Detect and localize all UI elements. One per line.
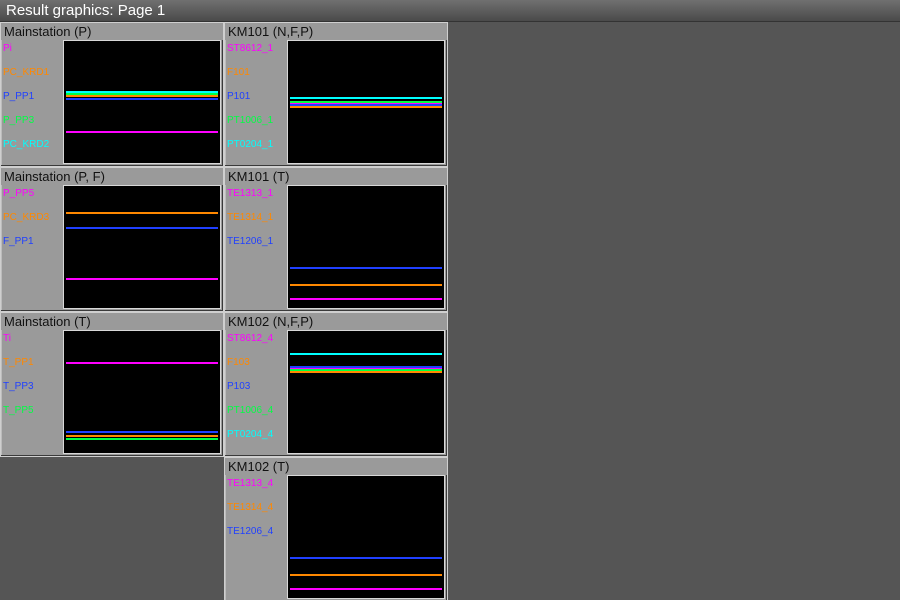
plot-area[interactable] [287, 475, 445, 599]
legend-item: P103 [227, 382, 285, 392]
window-titlebar: Result graphics: Page 1 [0, 0, 900, 22]
legend-item: TE1206_4 [227, 527, 285, 537]
legend: Ti T_PP1 T_PP3 T_PP5 [3, 330, 61, 454]
panel-title: KM102 (N,F,P) [225, 313, 447, 330]
legend-item: PT0204_4 [227, 430, 285, 440]
panel-body: ST8612_1 F101 P101 PT1006_1 PT0204_1 [225, 40, 447, 166]
legend-item: PC_KRD2 [3, 140, 61, 150]
p-km101-t[interactable]: KM101 (T) TE1313_1 TE1314_1 TE1206_1 [224, 167, 448, 312]
workspace: Mainstation (P) Pi PC_KRD1 P_PP1 P_PP3 PC_KRD… [0, 22, 900, 600]
legend-item: TE1314_1 [227, 213, 285, 223]
p-km101-nfp[interactable]: KM101 (N,F,P) ST8612_1 F101 P101 PT1006_1 PT0… [224, 22, 448, 167]
plot-area[interactable] [287, 330, 445, 454]
p-km102-t[interactable]: KM102 (T) TE1313_4 TE1314_4 TE1206_4 [224, 457, 448, 600]
trace-line [66, 278, 218, 280]
legend: TE1313_1 TE1314_1 TE1206_1 [227, 185, 285, 309]
trace-line [66, 98, 218, 100]
legend-item: T_PP1 [3, 358, 61, 368]
trace-line [290, 267, 442, 269]
trace-line [66, 362, 218, 364]
trace-line [290, 557, 442, 559]
legend-item: TE1206_1 [227, 237, 285, 247]
legend-item: T_PP5 [3, 406, 61, 416]
panel-body: TE1313_1 TE1314_1 TE1206_1 [225, 185, 447, 311]
plot-area[interactable] [63, 330, 221, 454]
p-mainstation-t[interactable]: Mainstation (T) Ti T_PP1 T_PP3 T_PP5 [0, 312, 224, 457]
window-title: Result graphics: Page 1 [6, 2, 165, 19]
trace-line [66, 438, 218, 440]
trace-line [66, 435, 218, 437]
legend-item: PT0204_1 [227, 140, 285, 150]
trace-line [290, 369, 442, 371]
panel-title: KM102 (T) [225, 458, 447, 475]
trace-line [290, 298, 442, 300]
legend: TE1313_4 TE1314_4 TE1206_4 [227, 475, 285, 599]
legend-item: Ti [3, 334, 61, 344]
legend: ST8612_1 F101 P101 PT1006_1 PT0204_1 [227, 40, 285, 164]
trace-line [290, 353, 442, 355]
panel-body: Ti T_PP1 T_PP3 T_PP5 [1, 330, 223, 456]
plot-area[interactable] [287, 185, 445, 309]
p-mainstation-p[interactable]: Mainstation (P) Pi PC_KRD1 P_PP1 P_PP3 PC_KRD… [0, 22, 224, 167]
legend-item: PC_KRD3 [3, 213, 61, 223]
trace-line [290, 97, 442, 99]
trace-line [290, 574, 442, 576]
trace-line [290, 588, 442, 590]
legend-item: F101 [227, 68, 285, 78]
legend-item: ST8612_4 [227, 334, 285, 344]
trace-line [66, 212, 218, 214]
panel-title: Mainstation (P, F) [1, 168, 223, 185]
panel-title: Mainstation (P) [1, 23, 223, 40]
trace-line [290, 371, 442, 373]
panel-body: ST8612_4 F103 P103 PT1006_4 PT0204_4 [225, 330, 447, 456]
legend: Pi PC_KRD1 P_PP1 P_PP3 PC_KRD2 [3, 40, 61, 164]
trace-line [66, 431, 218, 433]
legend-item: P_PP5 [3, 189, 61, 199]
legend-item: Pi [3, 44, 61, 54]
legend-item: PC_KRD1 [3, 68, 61, 78]
legend-item: T_PP3 [3, 382, 61, 392]
p-km102-nfp[interactable]: KM102 (N,F,P) ST8612_4 F103 P103 PT1006_4 PT0… [224, 312, 448, 457]
trace-line [66, 131, 218, 133]
legend-item: PT1006_4 [227, 406, 285, 416]
legend-item: TE1313_1 [227, 189, 285, 199]
plot-area[interactable] [63, 185, 221, 309]
legend-item: P101 [227, 92, 285, 102]
legend: P_PP5 PC_KRD3 F_PP1 [3, 185, 61, 309]
panel-title: KM101 (T) [225, 168, 447, 185]
panel-body: Pi PC_KRD1 P_PP1 P_PP3 PC_KRD2 [1, 40, 223, 166]
plot-area[interactable] [63, 40, 221, 164]
p-mainstation-pf[interactable]: Mainstation (P, F) P_PP5 PC_KRD3 F_PP1 [0, 167, 224, 312]
panel-title: KM101 (N,F,P) [225, 23, 447, 40]
panel-title: Mainstation (T) [1, 313, 223, 330]
legend-item: TE1314_4 [227, 503, 285, 513]
trace-line [290, 284, 442, 286]
legend-item: F103 [227, 358, 285, 368]
panel-body: P_PP5 PC_KRD3 F_PP1 [1, 185, 223, 311]
trace-line [66, 227, 218, 229]
trace-line [290, 104, 442, 106]
panel-body: TE1313_4 TE1314_4 TE1206_4 [225, 475, 447, 600]
legend-item: P_PP1 [3, 92, 61, 102]
trace-line [66, 91, 218, 93]
plot-area[interactable] [287, 40, 445, 164]
legend-item: F_PP1 [3, 237, 61, 247]
trace-line [290, 101, 442, 103]
legend-item: TE1313_4 [227, 479, 285, 489]
legend-item: ST8612_1 [227, 44, 285, 54]
legend: ST8612_4 F103 P103 PT1006_4 PT0204_4 [227, 330, 285, 454]
legend-item: P_PP3 [3, 116, 61, 126]
legend-item: PT1006_1 [227, 116, 285, 126]
trace-line [66, 93, 218, 95]
